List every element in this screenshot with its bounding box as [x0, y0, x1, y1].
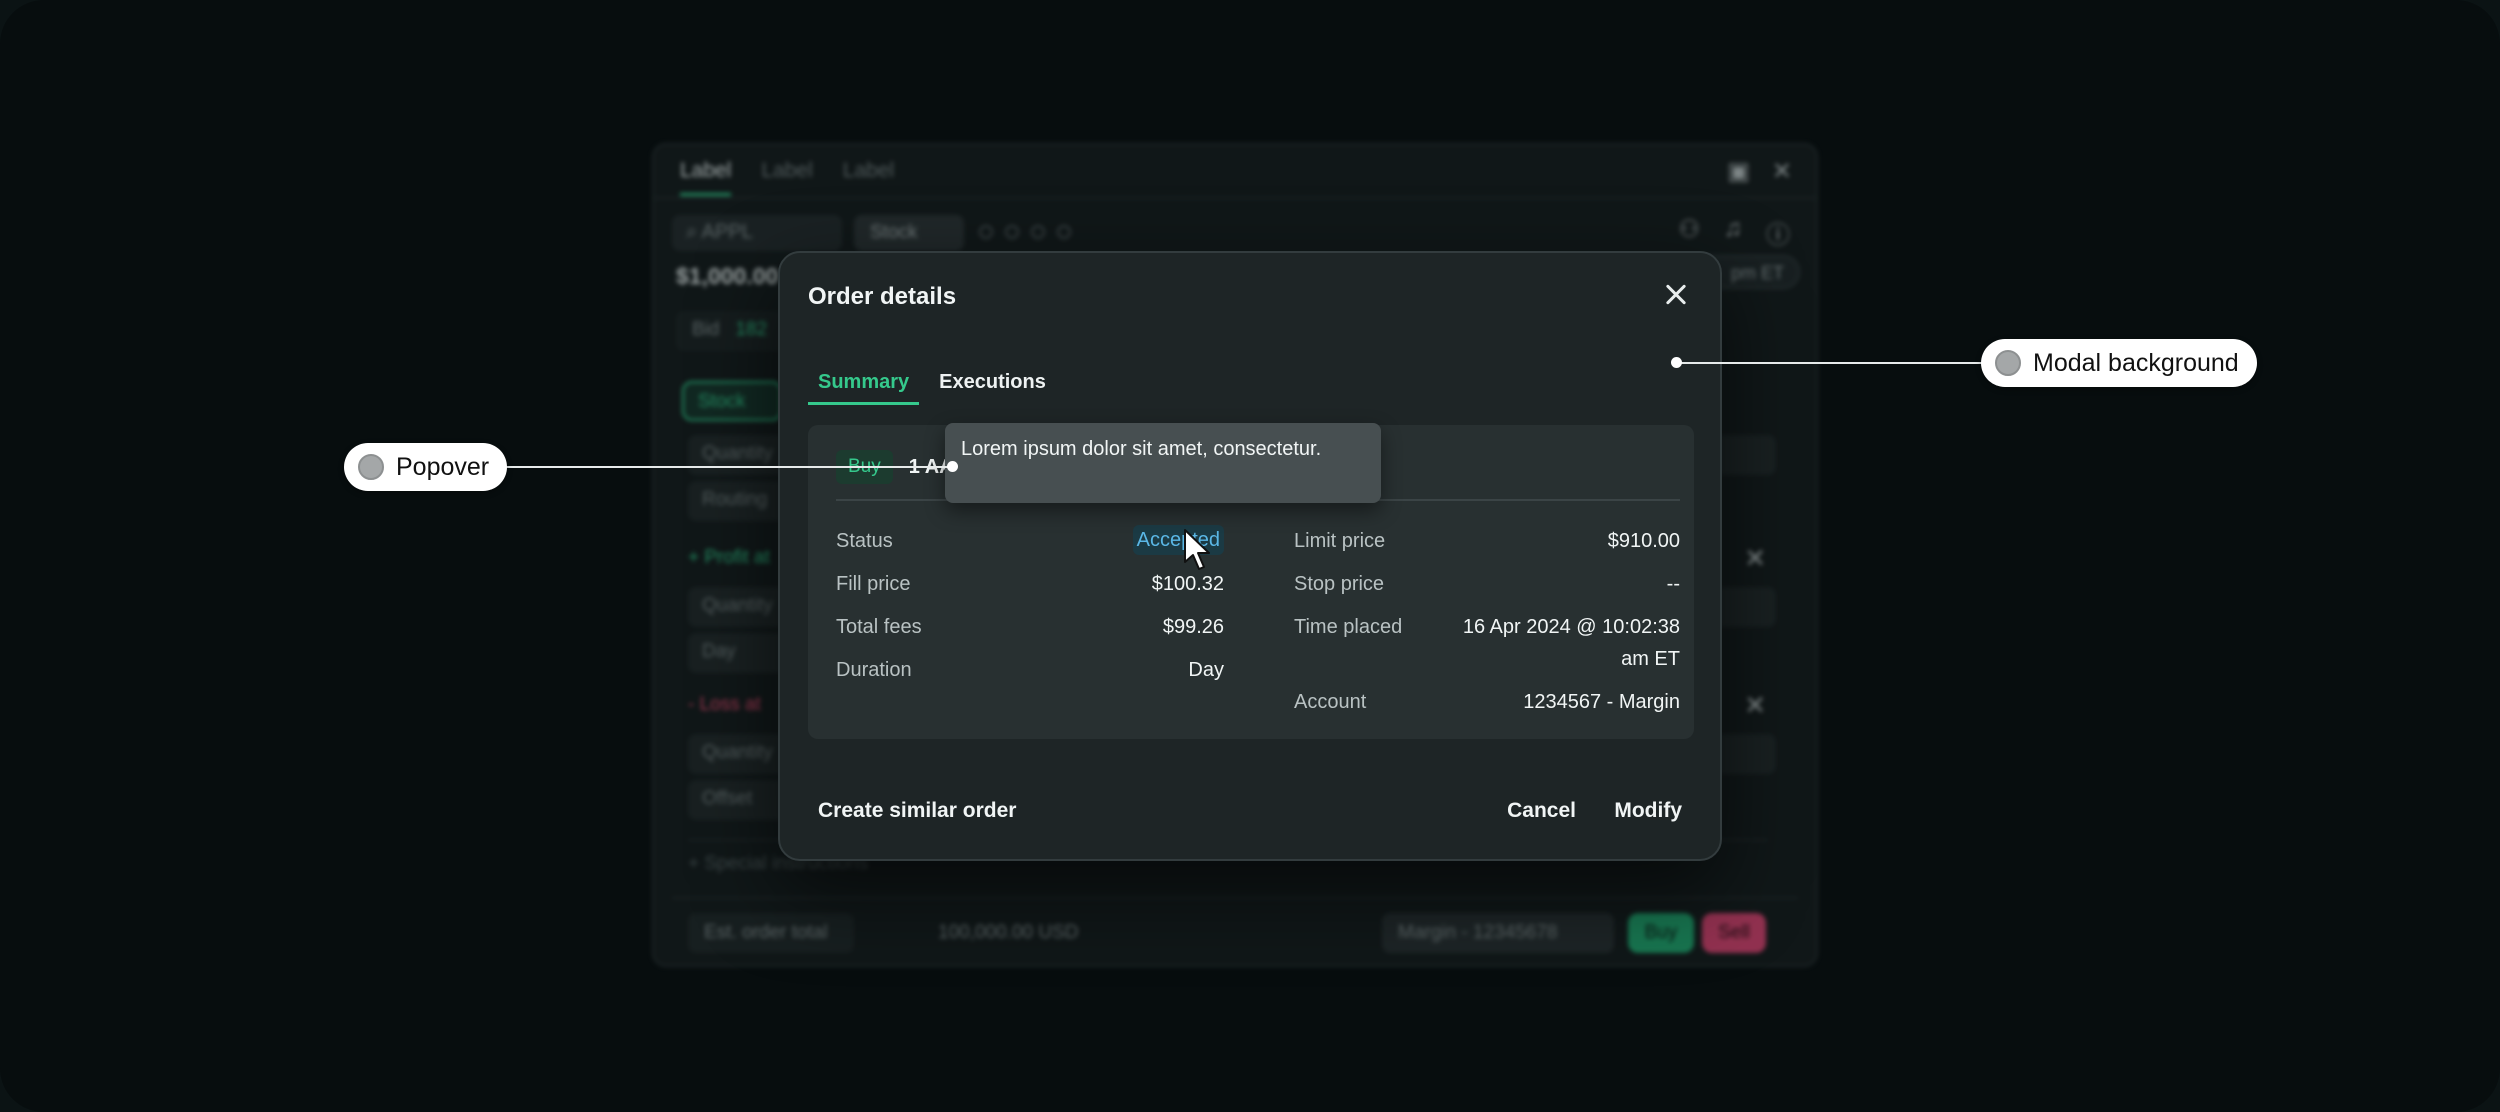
annotation-popover-pill: Popover: [344, 443, 508, 491]
loss-offset-field[interactable]: Offset: [688, 780, 788, 820]
modal-tabs: Summary Executions: [808, 371, 1056, 405]
account-label: Account: [1294, 691, 1367, 713]
account-select[interactable]: Margin - 12345678: [1382, 913, 1614, 953]
option-dots: [979, 225, 1071, 239]
annotation-marker-icon: [1995, 350, 2021, 376]
duration-value: Day: [1188, 659, 1224, 681]
routing-field[interactable]: Routing: [688, 481, 788, 521]
profit-quantity-field[interactable]: Quantity: [688, 587, 788, 627]
cancel-button[interactable]: Cancel: [1507, 799, 1576, 823]
toolbar-icons: ⚇ ♫ ⓘ: [1678, 215, 1790, 250]
status-popover: Lorem ipsum dolor sit amet, consectetur.: [945, 423, 1381, 503]
buy-button[interactable]: Buy: [1628, 913, 1694, 953]
annotation-line: [1676, 362, 1984, 364]
limit-price-value: $910.00: [1607, 530, 1680, 552]
bell-icon[interactable]: ♫: [1724, 215, 1742, 250]
time-placed-value: 16 Apr 2024 @ 10:02:38 am ET: [1462, 616, 1680, 670]
detail-row: Limit price $910.00: [1294, 525, 1680, 557]
order-details-left: Status Accepted Fill price $100.32 Total…: [836, 525, 1224, 697]
stop-price-label: Stop price: [1294, 573, 1385, 595]
limit-price-label: Limit price: [1294, 530, 1386, 552]
window-tab[interactable]: Label: [680, 159, 732, 196]
fill-price-label: Fill price: [836, 573, 911, 595]
window-tab[interactable]: Label: [843, 159, 894, 196]
user-icon[interactable]: ⚇: [1678, 215, 1700, 250]
annotation-marker-icon: [358, 454, 384, 480]
window-controls: ▣ ✕: [1727, 157, 1792, 186]
account-value: 1234567 - Margin: [1523, 691, 1680, 713]
annotation-popover-label: Popover: [396, 452, 490, 481]
est-total-label: Est. order total: [688, 913, 854, 953]
close-icon[interactable]: ✕: [1772, 157, 1792, 186]
tab-executions[interactable]: Executions: [929, 371, 1056, 405]
tab-summary[interactable]: Summary: [808, 371, 920, 405]
create-similar-order-button[interactable]: Create similar order: [818, 799, 1016, 823]
annotation-dot: [1671, 357, 1682, 368]
status-label: Status: [836, 530, 893, 552]
annotation-modal-background-pill: Modal background: [1981, 339, 2257, 387]
sell-button[interactable]: Sell: [1702, 913, 1766, 953]
instrument-chip[interactable]: Stock: [854, 215, 964, 251]
detail-row: Duration Day: [836, 654, 1224, 686]
time-placed-label: Time placed: [1294, 616, 1403, 638]
profit-duration-field[interactable]: Day: [688, 633, 788, 673]
annotation-dot: [947, 461, 958, 472]
annotation-line: [505, 466, 952, 468]
detail-row: Stop price --: [1294, 568, 1680, 600]
modal-footer: Create similar order Cancel Modify: [780, 793, 1720, 833]
window-footer: Est. order total 100,000.00 USD Margin -…: [672, 897, 1798, 953]
quantity-field[interactable]: Quantity: [688, 435, 788, 475]
search-value: APPL: [701, 221, 753, 243]
info-icon[interactable]: ⓘ: [1766, 215, 1790, 250]
profit-section-label: + Profit at: [688, 547, 770, 568]
order-details-modal: Order details Summary Executions Buy 1 A…: [778, 251, 1722, 861]
modify-button[interactable]: Modify: [1614, 799, 1682, 823]
canvas: Label Label Label ▣ ✕ ⌕ APPL Stock ⚇ ♫ ⓘ…: [0, 0, 2500, 1112]
annotation-modal-background-label: Modal background: [2033, 348, 2239, 377]
duration-label: Duration: [836, 659, 912, 681]
loss-quantity-field[interactable]: Quantity: [688, 734, 788, 774]
modal-title: Order details: [808, 283, 957, 310]
detail-row: Fill price $100.32: [836, 568, 1224, 600]
remove-profit-icon[interactable]: ✕: [1744, 543, 1766, 574]
fill-price-value: $100.32: [1151, 573, 1224, 595]
symbol-search-input[interactable]: ⌕ APPL: [672, 215, 842, 251]
window-tabs: Label Label Label: [680, 159, 894, 196]
popout-icon[interactable]: ▣: [1727, 157, 1750, 186]
detail-row: Status Accepted: [836, 525, 1224, 557]
window-tab[interactable]: Label: [761, 159, 812, 196]
close-icon[interactable]: [1660, 279, 1692, 311]
order-details-right: Limit price $910.00 Stop price -- Time p…: [1294, 525, 1680, 729]
loss-section-label: - Loss at: [688, 694, 761, 715]
last-price: $1,000.00: [676, 263, 779, 289]
stop-price-value: --: [1666, 573, 1680, 595]
divider: [654, 197, 1816, 199]
remove-loss-icon[interactable]: ✕: [1744, 690, 1766, 721]
total-fees-value: $99.26: [1162, 616, 1224, 638]
total-fees-label: Total fees: [836, 616, 922, 638]
detail-row: Total fees $99.26: [836, 611, 1224, 643]
est-total-value: 100,000.00 USD: [938, 922, 1079, 943]
detail-row: Account 1234567 - Margin: [1294, 686, 1680, 718]
stock-pill[interactable]: Stock: [682, 381, 782, 421]
mouse-cursor-icon: [1184, 529, 1210, 570]
detail-row: Time placed 16 Apr 2024 @ 10:02:38 am ET: [1294, 611, 1680, 675]
